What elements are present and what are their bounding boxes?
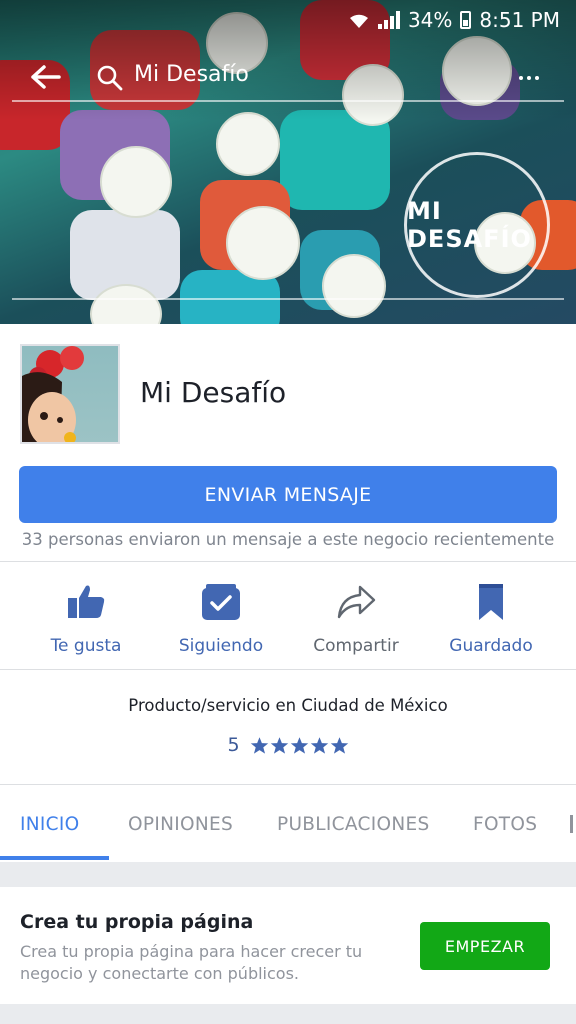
like-action[interactable]: Te gusta	[18, 562, 154, 668]
avatar-illustration	[22, 346, 84, 442]
battery-icon	[460, 11, 472, 29]
share-action[interactable]: Compartir	[288, 562, 424, 668]
create-page-promo: Crea tu propia página Crea tu propia pág…	[0, 887, 576, 1004]
clock: 8:51 PM	[479, 8, 560, 32]
saved-label: Guardado	[449, 636, 533, 656]
page-category: Producto/servicio en Ciudad de México	[128, 696, 448, 715]
active-tab-indicator	[0, 856, 109, 860]
message-activity-note: 33 personas enviaron un mensaje a este n…	[21, 530, 555, 549]
cover-decor	[226, 206, 300, 280]
back-arrow-icon[interactable]	[28, 62, 64, 92]
cover-decor	[216, 112, 280, 176]
search-icon[interactable]	[96, 64, 124, 92]
rating-summary[interactable]: 5	[0, 734, 576, 756]
profile-picture[interactable]	[20, 344, 120, 444]
cover-decor	[322, 254, 386, 318]
page-tabs: INICIO OPINIONES PUBLICACIONES FOTOS	[0, 786, 576, 862]
cover-decor	[100, 146, 172, 218]
page-title: Mi Desafío	[140, 376, 287, 409]
following-label: Siguiendo	[178, 636, 264, 656]
thumbs-up-icon	[64, 580, 108, 624]
promo-description: Crea tu propia página para hacer crecer …	[20, 942, 363, 983]
brand-watermark: MI DESAFÍO	[404, 152, 550, 298]
promo-title: Crea tu propia página	[20, 911, 254, 933]
cover-frame-line	[12, 298, 564, 300]
tab-fotos[interactable]: FOTOS	[473, 786, 537, 862]
bookmark-icon	[469, 580, 513, 624]
watermark-text: MI DESAFÍO	[407, 197, 532, 253]
tab-publicaciones[interactable]: PUBLICACIONES	[277, 786, 430, 862]
divider	[0, 784, 576, 785]
send-message-button[interactable]: ENVIAR MENSAJE	[19, 466, 557, 523]
share-icon	[334, 580, 378, 624]
following-action[interactable]: Siguiendo	[153, 562, 289, 668]
rating-stars	[250, 736, 349, 755]
start-button[interactable]: EMPEZAR	[420, 922, 550, 970]
divider	[0, 669, 576, 670]
cover-photo[interactable]: MI DESAFÍO	[0, 0, 576, 324]
saved-action[interactable]: Guardado	[423, 562, 559, 668]
page-header-section: Mi Desafío ENVIAR MENSAJE 33 personas en…	[0, 324, 576, 862]
tab-opiniones[interactable]: OPINIONES	[128, 786, 233, 862]
star-icon	[330, 736, 348, 754]
star-icon	[250, 736, 268, 754]
tab-more-cutoff[interactable]	[570, 786, 573, 862]
following-check-icon	[199, 580, 243, 624]
rating-value: 5	[227, 734, 240, 756]
battery-percent: 34%	[407, 8, 453, 32]
signal-icon	[377, 11, 400, 29]
search-input[interactable]: Mi Desafío	[134, 62, 249, 87]
star-icon	[270, 736, 288, 754]
star-icon	[290, 736, 308, 754]
top-bar: Mi Desafío	[0, 50, 576, 106]
status-bar: 34% 8:51 PM	[348, 6, 560, 34]
tab-inicio[interactable]: INICIO	[20, 786, 80, 862]
like-label: Te gusta	[50, 636, 122, 656]
star-icon	[310, 736, 328, 754]
more-options-icon[interactable]	[512, 64, 546, 92]
share-label: Compartir	[313, 636, 399, 656]
wifi-icon	[349, 14, 368, 28]
action-bar: Te gusta Siguiendo Compartir Guardado	[0, 562, 576, 668]
